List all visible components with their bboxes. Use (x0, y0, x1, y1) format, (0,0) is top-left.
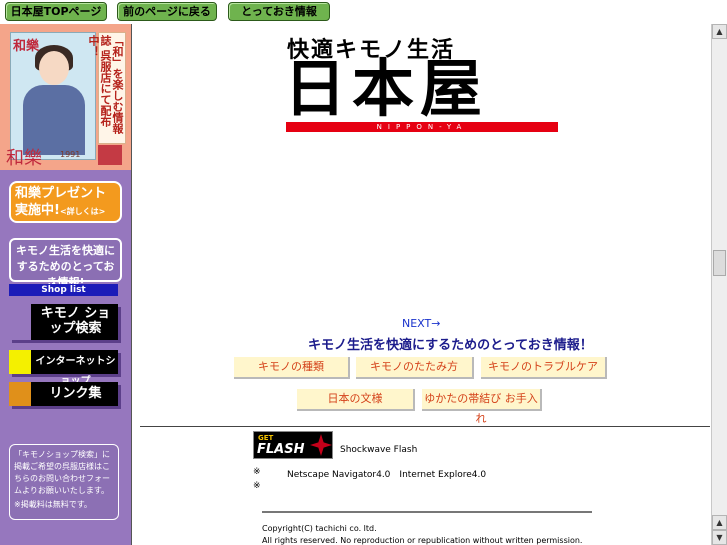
get-flash-badge[interactable]: GET FLASH (253, 431, 333, 459)
rights-notice: All rights reserved. No reproduction or … (262, 536, 583, 545)
notice-body: 「キモノショップ検索」に掲載ご希望の呉服店様はこちらのお問い合わせフォームよりお… (14, 450, 110, 495)
ad-logo: 和樂 (6, 148, 42, 169)
divider (140, 426, 710, 427)
copyright: Copyright(C) tachichi co. ltd. (262, 524, 377, 533)
listing-notice[interactable]: 「キモノショップ検索」に掲載ご希望の呉服店様はこちらのお問い合わせフォームよりお… (9, 444, 119, 520)
req-browsers: Netscape Navigator4.0 Internet Explore4.… (287, 470, 487, 480)
footer-divider (262, 511, 592, 513)
req-mark-2: ※ (253, 481, 261, 491)
back-button[interactable]: 前のページに戻る (117, 2, 217, 21)
menu-internet-shop[interactable]: インターネットショップ (9, 350, 118, 387)
kimono-trouble-care-button[interactable]: キモノのトラブルケア (481, 357, 607, 379)
req-mark: ※ (253, 467, 261, 477)
magazine-cover-image: 和樂 (10, 32, 96, 160)
notice-free: ※掲載料は無料です。 (14, 500, 92, 509)
top-page-button[interactable]: 日本屋TOPページ (5, 2, 107, 21)
scroll-up-icon[interactable]: ▲ (712, 24, 727, 39)
present-title: 和樂プレゼント (15, 186, 107, 201)
tagline: キモノ生活を快適にするためのとっておき情報！ (308, 338, 593, 353)
scroll-thumb[interactable] (713, 250, 726, 276)
face-shape (39, 51, 69, 85)
ad-side-text: 「和」を楽しむ情報誌 呉服店にて配布中！ (87, 32, 126, 144)
menu-label: リンク集 (49, 386, 102, 401)
present-subtitle: 実施中! (15, 203, 60, 218)
main-content: 快適キモノ生活 日本屋 NIPPON-YA NEXT→ キモノ生活を快適にするた… (131, 24, 711, 545)
next-link[interactable]: NEXT→ (402, 317, 440, 330)
top-navigation: 日本屋TOPページ 前のページに戻る とっておき情報 (0, 0, 727, 24)
wagaku-magazine-ad[interactable]: 和樂 「和」を楽しむ情報誌 呉服店にて配布中！ 和樂 1991 (0, 24, 131, 170)
scroll-down-icon[interactable]: ▼ (712, 530, 727, 545)
present-more-link: <詳しくは> (59, 207, 106, 216)
kimono-folding-button[interactable]: キモノのたたみ方 (356, 357, 474, 379)
kimono-types-button[interactable]: キモノの種類 (234, 357, 350, 379)
magazine-title: 和樂 (13, 39, 40, 54)
ad-year: 1991 (60, 150, 81, 159)
scroll-up-icon[interactable]: ▲ (712, 515, 727, 530)
special-info-button[interactable]: とっておき情報 (228, 2, 330, 21)
menu-links[interactable]: リンク集 (9, 382, 118, 406)
menu-marker-yellow (9, 350, 31, 374)
yukata-obi-care-button[interactable]: ゆかたの帯結び お手入れ (422, 389, 542, 425)
sidebar: 和樂 「和」を楽しむ情報誌 呉服店にて配布中！ 和樂 1991 和樂プレゼント … (0, 24, 131, 545)
flash-get-text: GET (258, 434, 274, 442)
menu-marker-orange (9, 382, 31, 406)
site-title-logo: 日本屋 (284, 52, 489, 125)
menu-label: キモノ ショップ検索 (40, 306, 111, 336)
flash-burst-icon (310, 434, 332, 456)
shop-list-heading: Shop list (9, 284, 118, 296)
flash-word: FLASH (257, 442, 305, 457)
menu-kimono-shop-search[interactable]: キモノ ショップ検索 (9, 304, 118, 340)
flash-label: Shockwave Flash (340, 445, 418, 455)
ad-badge (98, 145, 122, 165)
menu-marker-purple (9, 304, 31, 340)
japanese-patterns-button[interactable]: 日本の文様 (297, 389, 415, 411)
romaji-bar: NIPPON-YA (286, 122, 558, 132)
vertical-scrollbar[interactable]: ▲ ▲ ▼ (711, 24, 727, 545)
present-banner[interactable]: 和樂プレゼント 実施中!<詳しくは> (9, 181, 122, 223)
tips-banner[interactable]: キモノ生活を快適にするためのとっておき情報! (9, 238, 122, 289)
